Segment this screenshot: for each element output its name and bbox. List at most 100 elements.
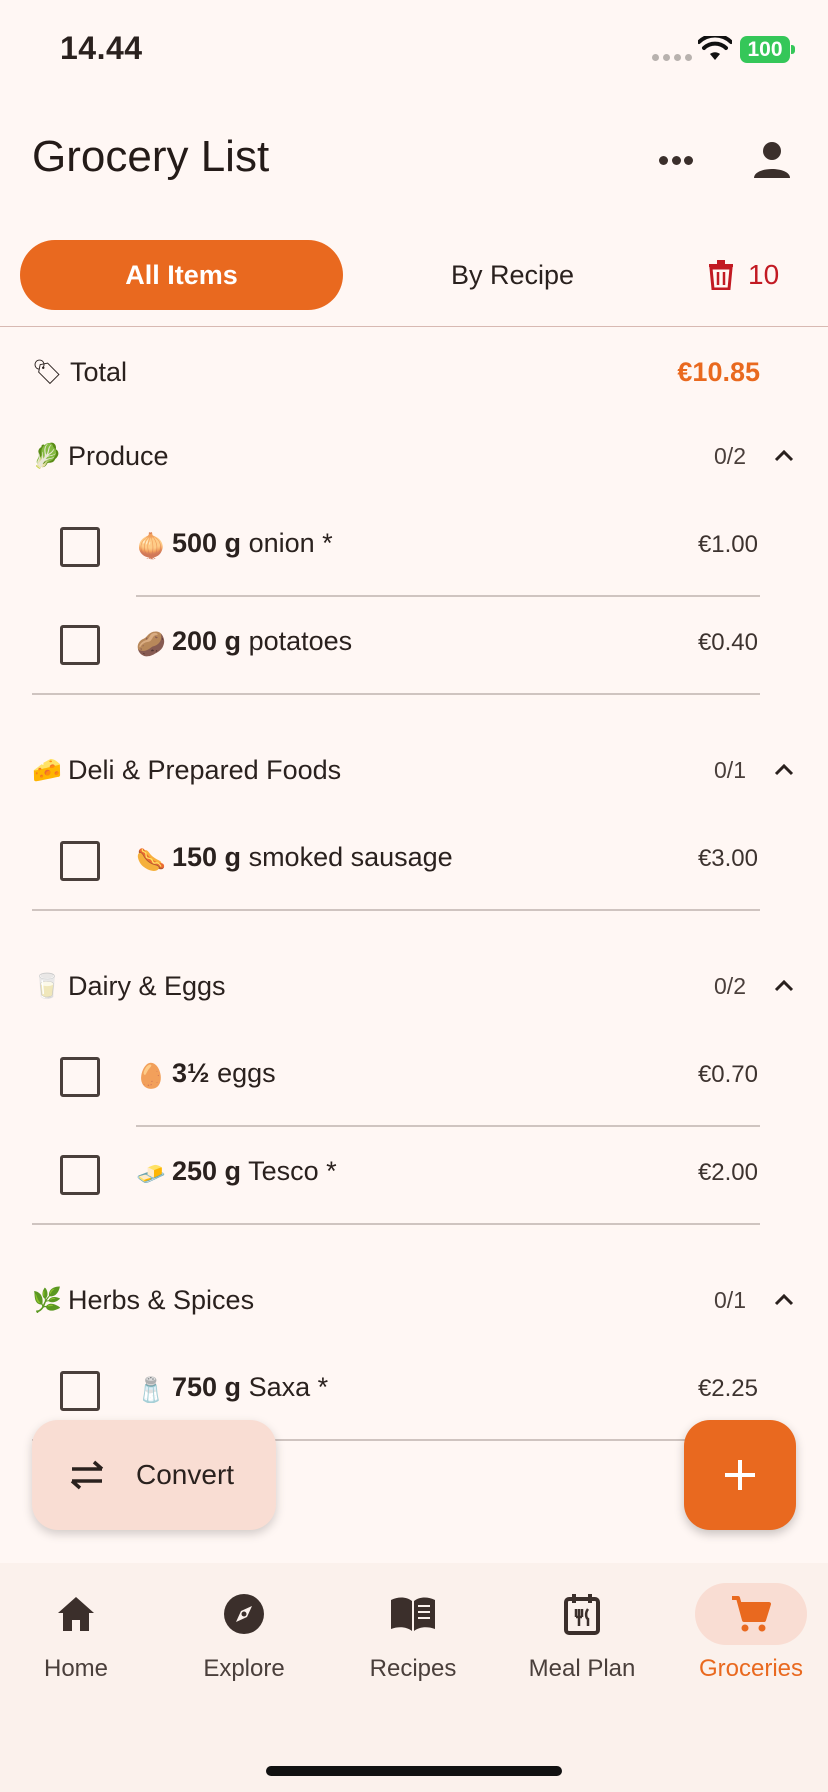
item-quantity: 250 g (172, 1156, 242, 1186)
category-header-deli[interactable]: 🧀 Deli & Prepared Foods 0/1 (32, 748, 796, 792)
list-item: 🧅 500 g onion * €1.00 (0, 498, 828, 596)
category-count: 0/2 (714, 442, 746, 469)
nav-icon-container (20, 1583, 132, 1645)
tab-by-recipe[interactable]: By Recipe (400, 240, 625, 310)
item-name: smoked sausage (248, 842, 453, 872)
nav-label: Recipes (369, 1655, 457, 1682)
home-indicator (266, 1766, 562, 1776)
item-checkbox[interactable] (60, 625, 100, 665)
item-name: eggs (217, 1058, 276, 1088)
item-label[interactable]: 250 g Tesco * (172, 1156, 337, 1187)
herb-icon: 🌿 (32, 1286, 62, 1314)
item-label[interactable]: 3½ eggs (172, 1058, 276, 1089)
compass-icon (224, 1594, 264, 1634)
item-quantity: 150 g (172, 842, 242, 872)
delete-checked-button[interactable]: 10 (708, 252, 779, 298)
category-name: Dairy & Eggs (68, 970, 226, 1001)
battery-level: 100 (740, 36, 790, 63)
nav-recipes[interactable]: Recipes (333, 1583, 493, 1693)
item-price: €2.00 (697, 1159, 758, 1186)
nav-icon-container (357, 1583, 469, 1645)
item-checkbox[interactable] (60, 1155, 100, 1195)
nav-label: Explore (203, 1655, 285, 1682)
produce-icon: 🥬 (32, 442, 62, 470)
item-quantity: 3½ (172, 1058, 210, 1088)
swap-arrows-icon (70, 1460, 104, 1490)
trash-icon (709, 260, 733, 290)
item-name: Tesco * (248, 1156, 337, 1186)
convert-label: Convert (136, 1459, 235, 1490)
total-label: Total (70, 356, 128, 387)
chevron-up-icon[interactable] (772, 974, 796, 998)
chevron-up-icon[interactable] (772, 1288, 796, 1312)
category-count: 0/1 (714, 756, 746, 783)
item-price: €1.00 (697, 531, 758, 558)
plus-icon (725, 1460, 755, 1490)
item-label[interactable]: 200 g potatoes (172, 626, 352, 657)
more-options-icon[interactable] (656, 145, 696, 175)
cart-icon (732, 1596, 771, 1632)
add-item-button[interactable] (684, 1420, 796, 1530)
battery-tip (791, 45, 795, 54)
status-time: 14.44 (60, 30, 143, 66)
tab-all-items[interactable]: All Items (20, 240, 343, 310)
salt-icon: 🧂 (136, 1376, 166, 1404)
category-header-herbs[interactable]: 🌿 Herbs & Spices 0/1 (32, 1278, 796, 1322)
total-row: 🏷 Total €10.85 (32, 350, 760, 394)
list-item: 🧈 250 g Tesco * €2.00 (0, 1126, 828, 1224)
list-item: 🌭 150 g smoked sausage €3.00 (0, 812, 828, 910)
page-title: Grocery List (32, 132, 270, 181)
nav-groceries[interactable]: Groceries (671, 1583, 828, 1693)
onion-icon: 🧅 (136, 532, 166, 560)
category-header-dairy[interactable]: 🥛 Dairy & Eggs 0/2 (32, 964, 796, 1008)
item-quantity: 200 g (172, 626, 242, 656)
nav-home[interactable]: Home (0, 1583, 156, 1693)
item-price: €3.00 (697, 845, 758, 872)
nav-icon-container (188, 1583, 300, 1645)
item-price: €2.25 (697, 1375, 758, 1402)
cellular-signal-icon (652, 54, 692, 61)
convert-button[interactable]: Convert (32, 1420, 276, 1530)
nav-label: Home (43, 1655, 109, 1682)
item-name: Saxa * (248, 1372, 329, 1402)
nav-meal-plan[interactable]: Meal Plan (502, 1583, 662, 1693)
bottom-navigation: Home Explore Recipes Meal Plan Groceries (0, 1563, 828, 1792)
delete-count: 10 (748, 259, 780, 290)
chevron-up-icon[interactable] (772, 758, 796, 782)
item-checkbox[interactable] (60, 527, 100, 567)
item-price: €0.70 (697, 1061, 758, 1088)
category-count: 0/2 (714, 972, 746, 999)
category-count: 0/1 (714, 1286, 746, 1313)
divider (0, 326, 828, 327)
item-price: €0.40 (697, 629, 758, 656)
chevron-up-icon[interactable] (772, 444, 796, 468)
potato-icon: 🥔 (136, 630, 166, 658)
status-bar: 14.44 100 (0, 0, 828, 100)
tag-icon: 🏷 (32, 358, 63, 386)
nav-explore[interactable]: Explore (164, 1583, 324, 1693)
total-value: €10.85 (677, 356, 760, 387)
divider (32, 909, 760, 911)
category-name: Deli & Prepared Foods (68, 754, 342, 785)
item-quantity: 500 g (172, 528, 242, 558)
cheese-icon: 🧀 (32, 756, 62, 784)
item-label[interactable]: 750 g Saxa * (172, 1372, 328, 1403)
profile-icon[interactable] (752, 140, 792, 180)
wifi-icon (698, 36, 732, 60)
item-label[interactable]: 500 g onion * (172, 528, 333, 559)
item-label[interactable]: 150 g smoked sausage (172, 842, 453, 873)
item-checkbox[interactable] (60, 841, 100, 881)
category-header-produce[interactable]: 🥬 Produce 0/2 (32, 434, 796, 478)
divider (32, 1223, 760, 1225)
item-checkbox[interactable] (60, 1371, 100, 1411)
egg-icon: 🥚 (136, 1062, 166, 1090)
list-item: 🥚 3½ eggs €0.70 (0, 1028, 828, 1126)
hotdog-icon: 🌭 (136, 846, 166, 874)
item-name: potatoes (248, 626, 353, 656)
home-icon (58, 1597, 94, 1631)
nav-icon-container (695, 1583, 807, 1645)
category-name: Herbs & Spices (68, 1284, 255, 1315)
list-item: 🥔 200 g potatoes €0.40 (0, 596, 828, 694)
item-checkbox[interactable] (60, 1057, 100, 1097)
divider (32, 693, 760, 695)
